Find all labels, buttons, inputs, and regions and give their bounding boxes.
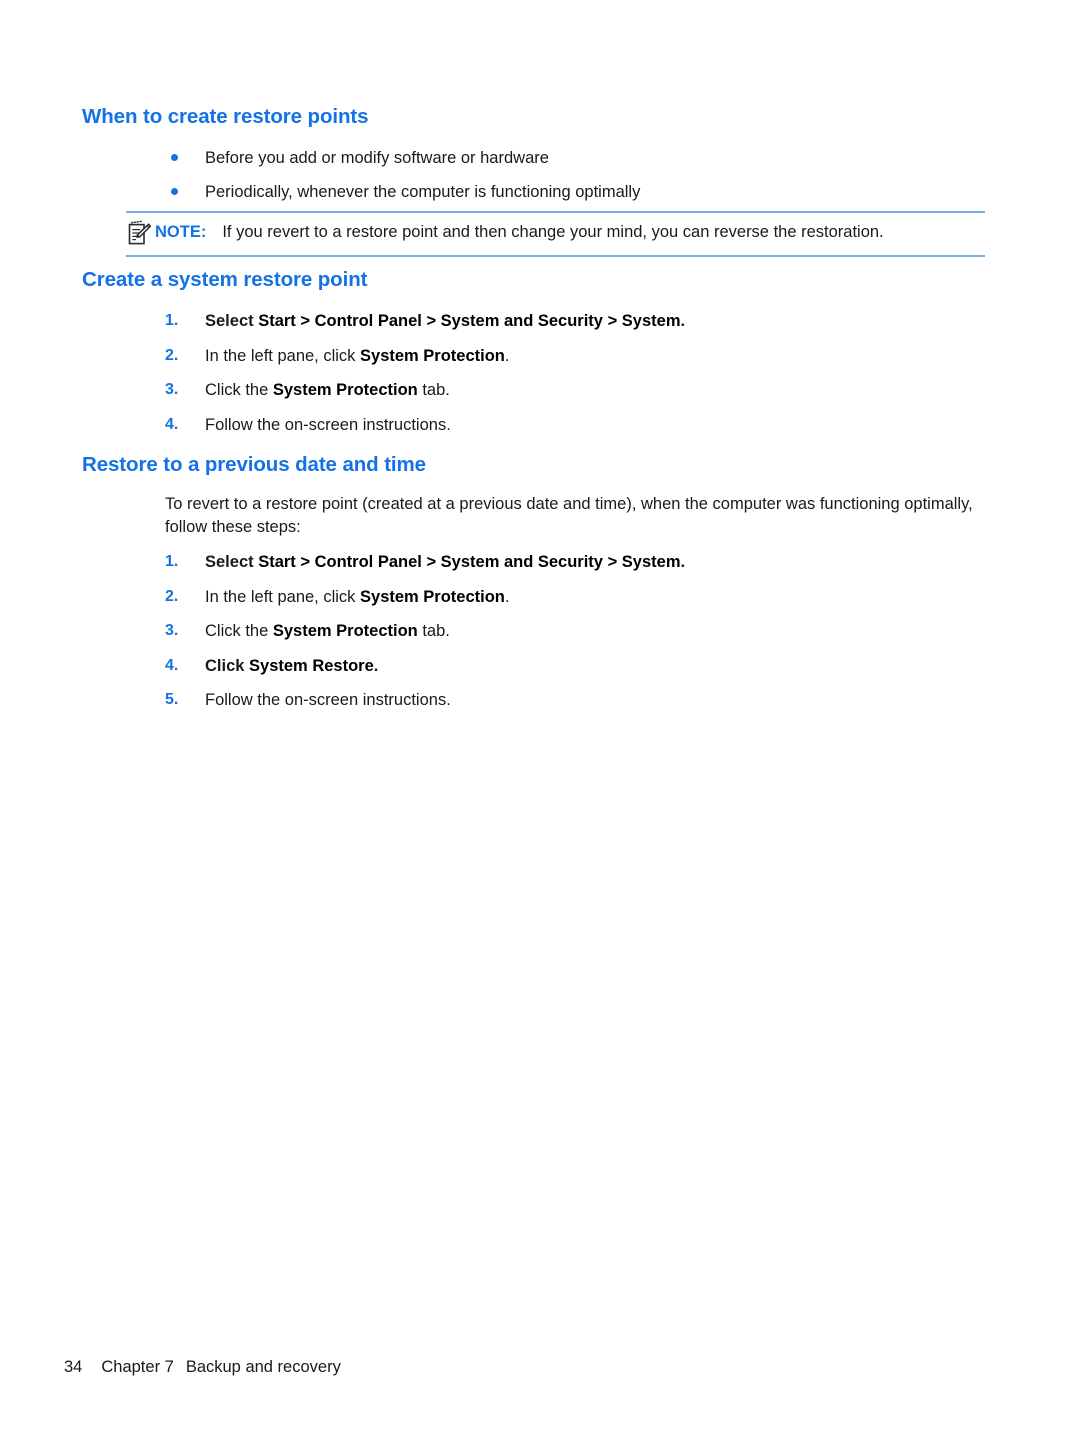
footer-chapter-title: Backup and recovery <box>185 1358 341 1376</box>
page-footer: 34 Chapter 7 Backup and recovery <box>64 1358 341 1377</box>
list-item-text-pre: Click the <box>205 622 273 640</box>
footer-page-number: 34 <box>64 1358 83 1376</box>
list-item: 4. Click System Restore. <box>165 655 685 677</box>
list-item-text-post: . <box>504 587 510 606</box>
list-item: 4. Follow the on-screen instructions. <box>165 414 685 436</box>
list-item-number: 3. <box>165 381 179 398</box>
list-item-text-post: tab. <box>417 381 450 399</box>
list-item-text-post: . <box>680 312 686 330</box>
list-item-number: 1. <box>165 553 179 570</box>
list-item-text-post: . <box>504 346 510 365</box>
list-item: 3. Click the System Protection tab. <box>165 379 685 401</box>
list-item: 3. Click the System Protection tab. <box>165 620 685 642</box>
list-item-text-pre: In the left pane, click <box>205 587 361 606</box>
list-item: 2. In the left pane, click System Protec… <box>165 586 685 608</box>
list-item: 2. In the left pane, click System Protec… <box>165 345 685 367</box>
list-item-text-bold: System Protection <box>360 587 505 606</box>
list-item-text-bold: Start > Control Panel > System and Secur… <box>258 553 681 571</box>
list-item-text-pre: Select <box>205 312 259 330</box>
list-item-number: 1. <box>165 312 179 329</box>
list-item: 5. Follow the on-screen instructions. <box>165 689 685 711</box>
note-pencil-icon <box>126 220 152 248</box>
list-item-number: 2. <box>165 346 179 364</box>
list-item-text-pre: Follow the on-screen instructions. <box>205 691 451 709</box>
numbered-list-create-restore-point: 1. Select Start > Control Panel > System… <box>165 310 685 448</box>
list-item-text-bold: System Restore <box>249 656 374 675</box>
list-item-number: 4. <box>165 656 179 674</box>
section-paragraph-restore-intro: To revert to a restore point (created at… <box>165 495 973 536</box>
section-heading-create-a-system-restore-point: Create a system restore point <box>82 268 368 291</box>
bullet-list-when-to-create: Before you add or modify software or har… <box>165 147 640 215</box>
list-item-text-post: . <box>680 553 686 571</box>
list-item: Before you add or modify software or har… <box>165 147 640 181</box>
list-item-number: 3. <box>165 622 179 639</box>
list-item-text-pre: Click the <box>205 381 273 399</box>
list-item: 1. Select Start > Control Panel > System… <box>165 310 685 332</box>
bullet-dot-icon <box>171 188 178 195</box>
list-item-text-post: . <box>373 656 379 675</box>
list-item: 1. Select Start > Control Panel > System… <box>165 551 685 573</box>
numbered-list-restore-previous: 1. Select Start > Control Panel > System… <box>165 551 685 724</box>
list-item-number: 4. <box>165 415 179 433</box>
list-item-text-post: tab. <box>417 622 450 640</box>
list-item-text-bold: Start > Control Panel > System and Secur… <box>258 312 681 330</box>
list-item-text-pre: Click <box>205 656 250 675</box>
bullet-dot-icon <box>171 154 178 161</box>
document-page: When to create restore points Before you… <box>0 0 1080 1437</box>
list-item-text-pre: Select <box>205 553 259 571</box>
section-heading-restore-to-a-previous-date-and-time: Restore to a previous date and time <box>82 453 426 476</box>
note-label: NOTE: <box>155 223 207 241</box>
footer-chapter: Chapter 7 <box>101 1358 174 1376</box>
list-item-label: Periodically, whenever the computer is f… <box>205 183 641 201</box>
list-item-label: Before you add or modify software or har… <box>205 149 549 167</box>
list-item-text-pre: In the left pane, click <box>205 346 361 365</box>
section-heading-when-to-create-restore-points: When to create restore points <box>82 105 369 128</box>
note-text: If you revert to a restore point and the… <box>222 223 884 241</box>
list-item-text-bold: System Protection <box>272 381 418 399</box>
list-item-number: 5. <box>165 691 179 708</box>
list-item-text-bold: System Protection <box>272 622 418 640</box>
list-item-text-pre: Follow the on-screen instructions. <box>205 415 451 434</box>
list-item: Periodically, whenever the computer is f… <box>165 181 640 215</box>
note-callout: NOTE: If you revert to a restore point a… <box>126 211 985 257</box>
list-item-number: 2. <box>165 587 179 605</box>
list-item-text-bold: System Protection <box>360 346 505 365</box>
